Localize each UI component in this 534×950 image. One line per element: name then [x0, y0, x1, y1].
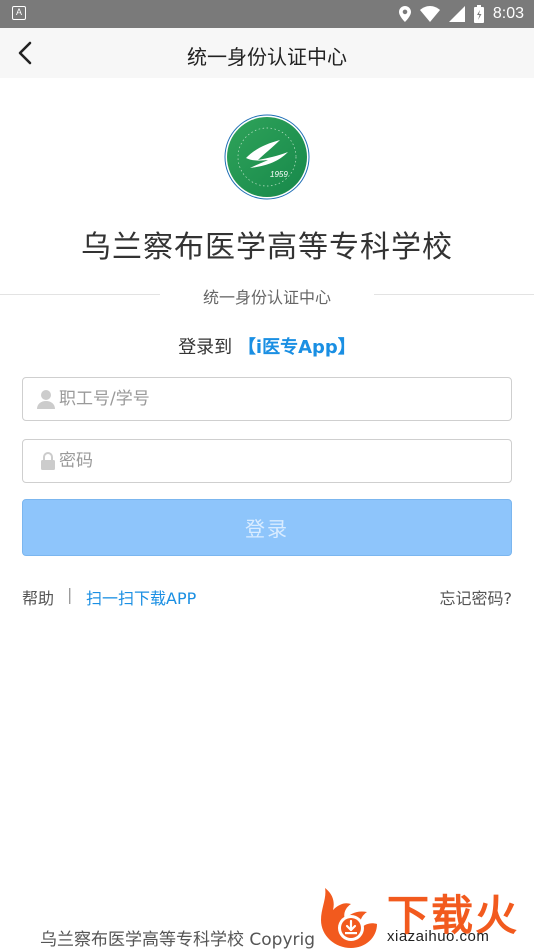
- lock-icon: [23, 439, 57, 483]
- user-icon: [23, 377, 57, 421]
- link-separator: |: [67, 585, 73, 604]
- location-icon: [398, 6, 411, 22]
- watermark-url: xiazaihuo.com: [387, 928, 490, 945]
- links-row: 帮助 | 扫一扫下载APP 忘记密码?: [22, 585, 513, 609]
- signal-icon: [448, 6, 465, 22]
- nav-bar: 统一身份认证中心: [0, 28, 534, 78]
- username-field-container: [22, 377, 512, 421]
- password-input[interactable]: [57, 441, 511, 481]
- username-input[interactable]: [57, 379, 511, 419]
- forgot-password-link[interactable]: 忘记密码?: [440, 585, 513, 609]
- school-name: 乌兰察布医学高等专科学校: [81, 230, 453, 265]
- page-title: 统一身份认证中心: [187, 45, 347, 69]
- watermark: 下载火 xiazaihuo.com: [315, 880, 534, 950]
- school-logo: 1959: [224, 114, 310, 200]
- login-button[interactable]: 登录: [22, 499, 512, 556]
- help-link[interactable]: 帮助: [22, 585, 54, 609]
- login-target-prefix: 登录到: [178, 337, 233, 358]
- clock: 8:03: [492, 5, 524, 22]
- notification-a-icon: A: [12, 6, 26, 20]
- flame-logo-icon: [321, 888, 377, 948]
- login-target: 登录到 【i医专App】: [0, 333, 534, 359]
- battery-icon: [473, 5, 484, 23]
- footer-copyright: 乌兰察布医学高等专科学校 Copyrig: [40, 930, 316, 950]
- divider-text: 统一身份认证中心: [202, 288, 331, 307]
- password-field-container: [22, 439, 512, 483]
- wifi-icon: [419, 6, 440, 22]
- status-icons: 8:03: [398, 3, 524, 25]
- logo-year: 1959: [270, 170, 288, 179]
- status-bar: A 8:03: [0, 0, 534, 28]
- login-target-app: 【i医专App】: [237, 337, 356, 358]
- scan-download-link[interactable]: 扫一扫下载APP: [86, 585, 196, 609]
